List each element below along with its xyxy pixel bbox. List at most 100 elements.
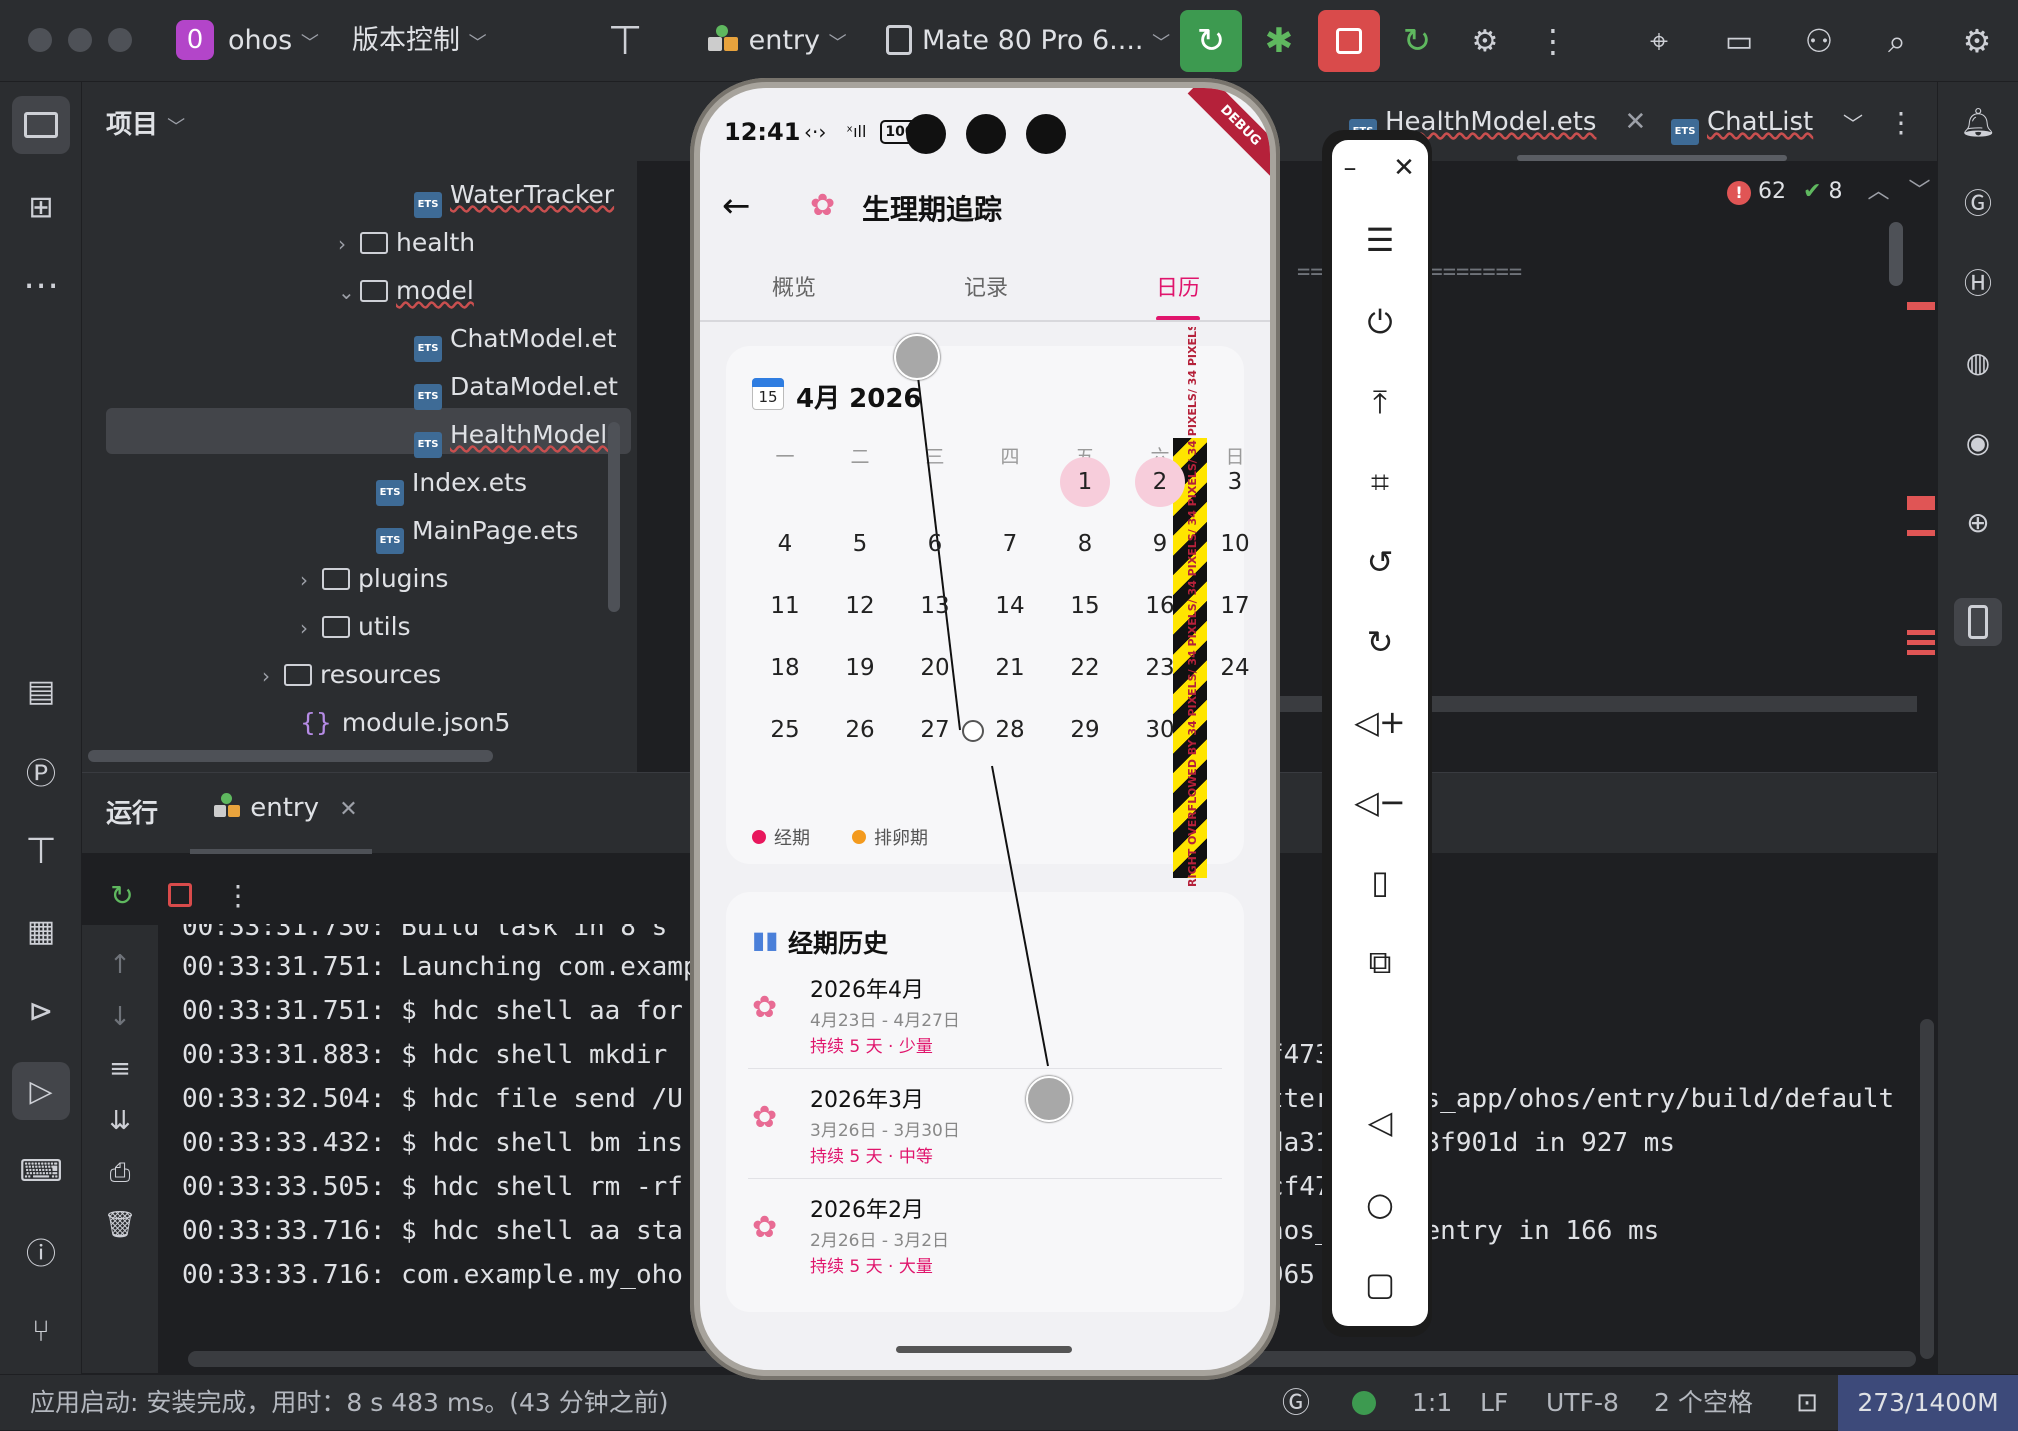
window-close-button[interactable]	[28, 28, 52, 52]
layout-tool-button[interactable]: ▤	[12, 662, 70, 720]
recents-square-icon[interactable]: ▢	[1352, 1256, 1408, 1312]
soft-wrap-button[interactable]: ≡	[98, 1047, 142, 1091]
device-manager-button[interactable]: ◍	[1954, 338, 2002, 386]
problems-tool-button[interactable]: ⓘ	[12, 1222, 70, 1280]
project-tool-button[interactable]	[12, 96, 70, 154]
chevron-up-icon[interactable]: ︿	[1867, 179, 1889, 204]
structure-tool-button[interactable]: ⊞	[12, 178, 70, 236]
tree-item-file[interactable]: ETS Index.ets	[376, 460, 527, 506]
settings-button[interactable]: ⚙	[1946, 10, 2008, 72]
calendar-day[interactable]: 24	[1210, 643, 1260, 693]
vcs-menu[interactable]: 版本控制 ﹀	[352, 20, 487, 62]
volume-down-icon[interactable]: ◁−	[1352, 774, 1408, 830]
build-tool-button[interactable]: ⊤	[12, 822, 70, 880]
debug-button[interactable]: ✱	[1248, 10, 1310, 72]
power-icon[interactable]: ⏻	[1352, 294, 1408, 350]
volume-up-icon[interactable]: ◁+	[1352, 694, 1408, 750]
scroll-up-button[interactable]: ↑	[98, 943, 142, 987]
calendar-day[interactable]: 23	[1135, 643, 1185, 693]
tree-item-file[interactable]: ETS ChatModel.et	[414, 316, 617, 362]
tree-item-file[interactable]: ETS DataModel.et	[414, 364, 618, 410]
codegenie-status-icon[interactable]: Ⓖ	[1278, 1375, 1314, 1431]
calendar-day[interactable]: 18	[760, 643, 810, 693]
scroll-down-button[interactable]: ↓	[98, 995, 142, 1039]
profiler-tool-button[interactable]: Ⓟ	[12, 742, 70, 800]
codegenie-button[interactable]: Ⓖ	[1954, 178, 2002, 226]
tree-item-folder[interactable]: › health	[338, 220, 475, 266]
scroll-to-end-button[interactable]: ⇊	[98, 1099, 142, 1143]
calendar-day[interactable]: 13	[910, 581, 960, 631]
calendar-day[interactable]: 15	[1060, 581, 1110, 631]
project-name-menu[interactable]: ohos ﹀	[228, 20, 319, 62]
tab-chatlist[interactable]: ETS ChatList	[1671, 102, 1813, 145]
account-button[interactable]: ⚇	[1788, 10, 1850, 72]
previewer-button[interactable]: ◉	[1954, 418, 2002, 466]
calendar-day[interactable]: 21	[985, 643, 1035, 693]
calendar-day[interactable]: 3	[1210, 457, 1260, 507]
attach-debugger-button[interactable]: ⚙	[1454, 10, 1516, 72]
stop-button[interactable]	[158, 873, 202, 917]
multi-device-icon[interactable]: ⧉	[1352, 934, 1408, 990]
run-config-selector[interactable]: entry ﹀	[708, 20, 847, 62]
device-selector[interactable]: Mate 80 Pro 6.... ﹀	[886, 20, 1170, 62]
home-indicator[interactable]	[896, 1346, 1072, 1353]
hammer-build-icon[interactable]: ⊤	[594, 10, 656, 72]
tree-item-file[interactable]: {} module.json5	[300, 700, 510, 746]
tree-item-folder[interactable]: › utils	[300, 604, 411, 650]
calendar-day[interactable]: 8	[1060, 519, 1110, 569]
calendar-day[interactable]: 10	[1210, 519, 1260, 569]
notifications-button[interactable]: 🔔︎	[1954, 98, 2002, 146]
calendar-day[interactable]: 22	[1060, 643, 1110, 693]
more-actions-button[interactable]: ⋮	[1522, 10, 1584, 72]
run-more-button[interactable]: ⋮	[216, 873, 260, 917]
calendar-day[interactable]: 6	[910, 519, 960, 569]
minimize-icon[interactable]: –	[1328, 140, 1372, 196]
menu-icon[interactable]: ☰	[1352, 212, 1408, 268]
back-triangle-icon[interactable]: ◁	[1352, 1094, 1408, 1150]
crop-icon[interactable]: ⌗	[1352, 454, 1408, 510]
tree-item-file-selected[interactable]: ETS HealthModel.	[414, 412, 615, 458]
project-structure-button[interactable]: ▭	[1708, 10, 1770, 72]
clear-button[interactable]: 🗑	[98, 1203, 142, 1247]
calendar-day[interactable]: 25	[760, 705, 810, 755]
more-tools-button[interactable]: ⋯	[12, 256, 70, 314]
line-ending[interactable]: LF	[1480, 1375, 1508, 1431]
tree-item-folder[interactable]: ⌄ model	[338, 268, 474, 314]
calendar-day[interactable]: 17	[1210, 581, 1260, 631]
calendar-day[interactable]: 19	[835, 643, 885, 693]
services-tool-button[interactable]: ⊳	[12, 982, 70, 1040]
run-tool-button[interactable]: ▷	[12, 1062, 70, 1120]
calendar-day[interactable]: 20	[910, 643, 960, 693]
tree-item-file[interactable]: ETS MainPage.ets	[376, 508, 578, 554]
tree-vertical-scrollbar[interactable]	[608, 422, 620, 612]
upload-arrow-icon[interactable]: ⤒	[1352, 374, 1408, 430]
error-stripe-mark[interactable]	[1907, 496, 1935, 510]
chevron-down-icon[interactable]: ﹀	[1908, 179, 1930, 204]
close-icon[interactable]: ✕	[1382, 140, 1426, 196]
tree-item-folder[interactable]: › plugins	[300, 556, 448, 602]
rotate-right-icon[interactable]: ↻	[1352, 614, 1408, 670]
calendar-day[interactable]: 7	[985, 519, 1035, 569]
run-tab-entry[interactable]: entry ✕	[214, 793, 358, 823]
calendar-day[interactable]: 5	[835, 519, 885, 569]
app-analyzer-button[interactable]: ⊕	[1954, 498, 2002, 546]
lock-icon[interactable]: ⊡	[1792, 1375, 1822, 1431]
tab-list-dropdown[interactable]: ﹀	[1835, 102, 1871, 142]
tree-item-file[interactable]: ETS WaterTracker	[414, 172, 614, 218]
tree-horizontal-scrollbar[interactable]	[88, 750, 493, 762]
calendar-day[interactable]: 9	[1135, 519, 1185, 569]
calendar-day[interactable]: 30	[1135, 705, 1185, 755]
calendar-day[interactable]: 11	[760, 581, 810, 631]
todo-tool-button[interactable]: ▦	[12, 902, 70, 960]
rerun-button[interactable]: ↻	[100, 873, 144, 917]
window-minimize-button[interactable]	[68, 28, 92, 52]
inspection-widget[interactable]: ! 62 ✔ 8 ︿ ﹀	[1727, 174, 1930, 210]
harmony-button[interactable]: Ⓗ	[1954, 258, 2002, 306]
git-tool-button[interactable]: ⑂	[12, 1302, 70, 1360]
calendar-day[interactable]: 29	[1060, 705, 1110, 755]
calendar-day[interactable]: 26	[835, 705, 885, 755]
log-vertical-scrollbar[interactable]	[1920, 1019, 1934, 1359]
calendar-day[interactable]: 12	[835, 581, 885, 631]
close-icon[interactable]: ✕	[339, 797, 357, 822]
terminal-tool-button[interactable]: ⌨	[12, 1142, 70, 1200]
